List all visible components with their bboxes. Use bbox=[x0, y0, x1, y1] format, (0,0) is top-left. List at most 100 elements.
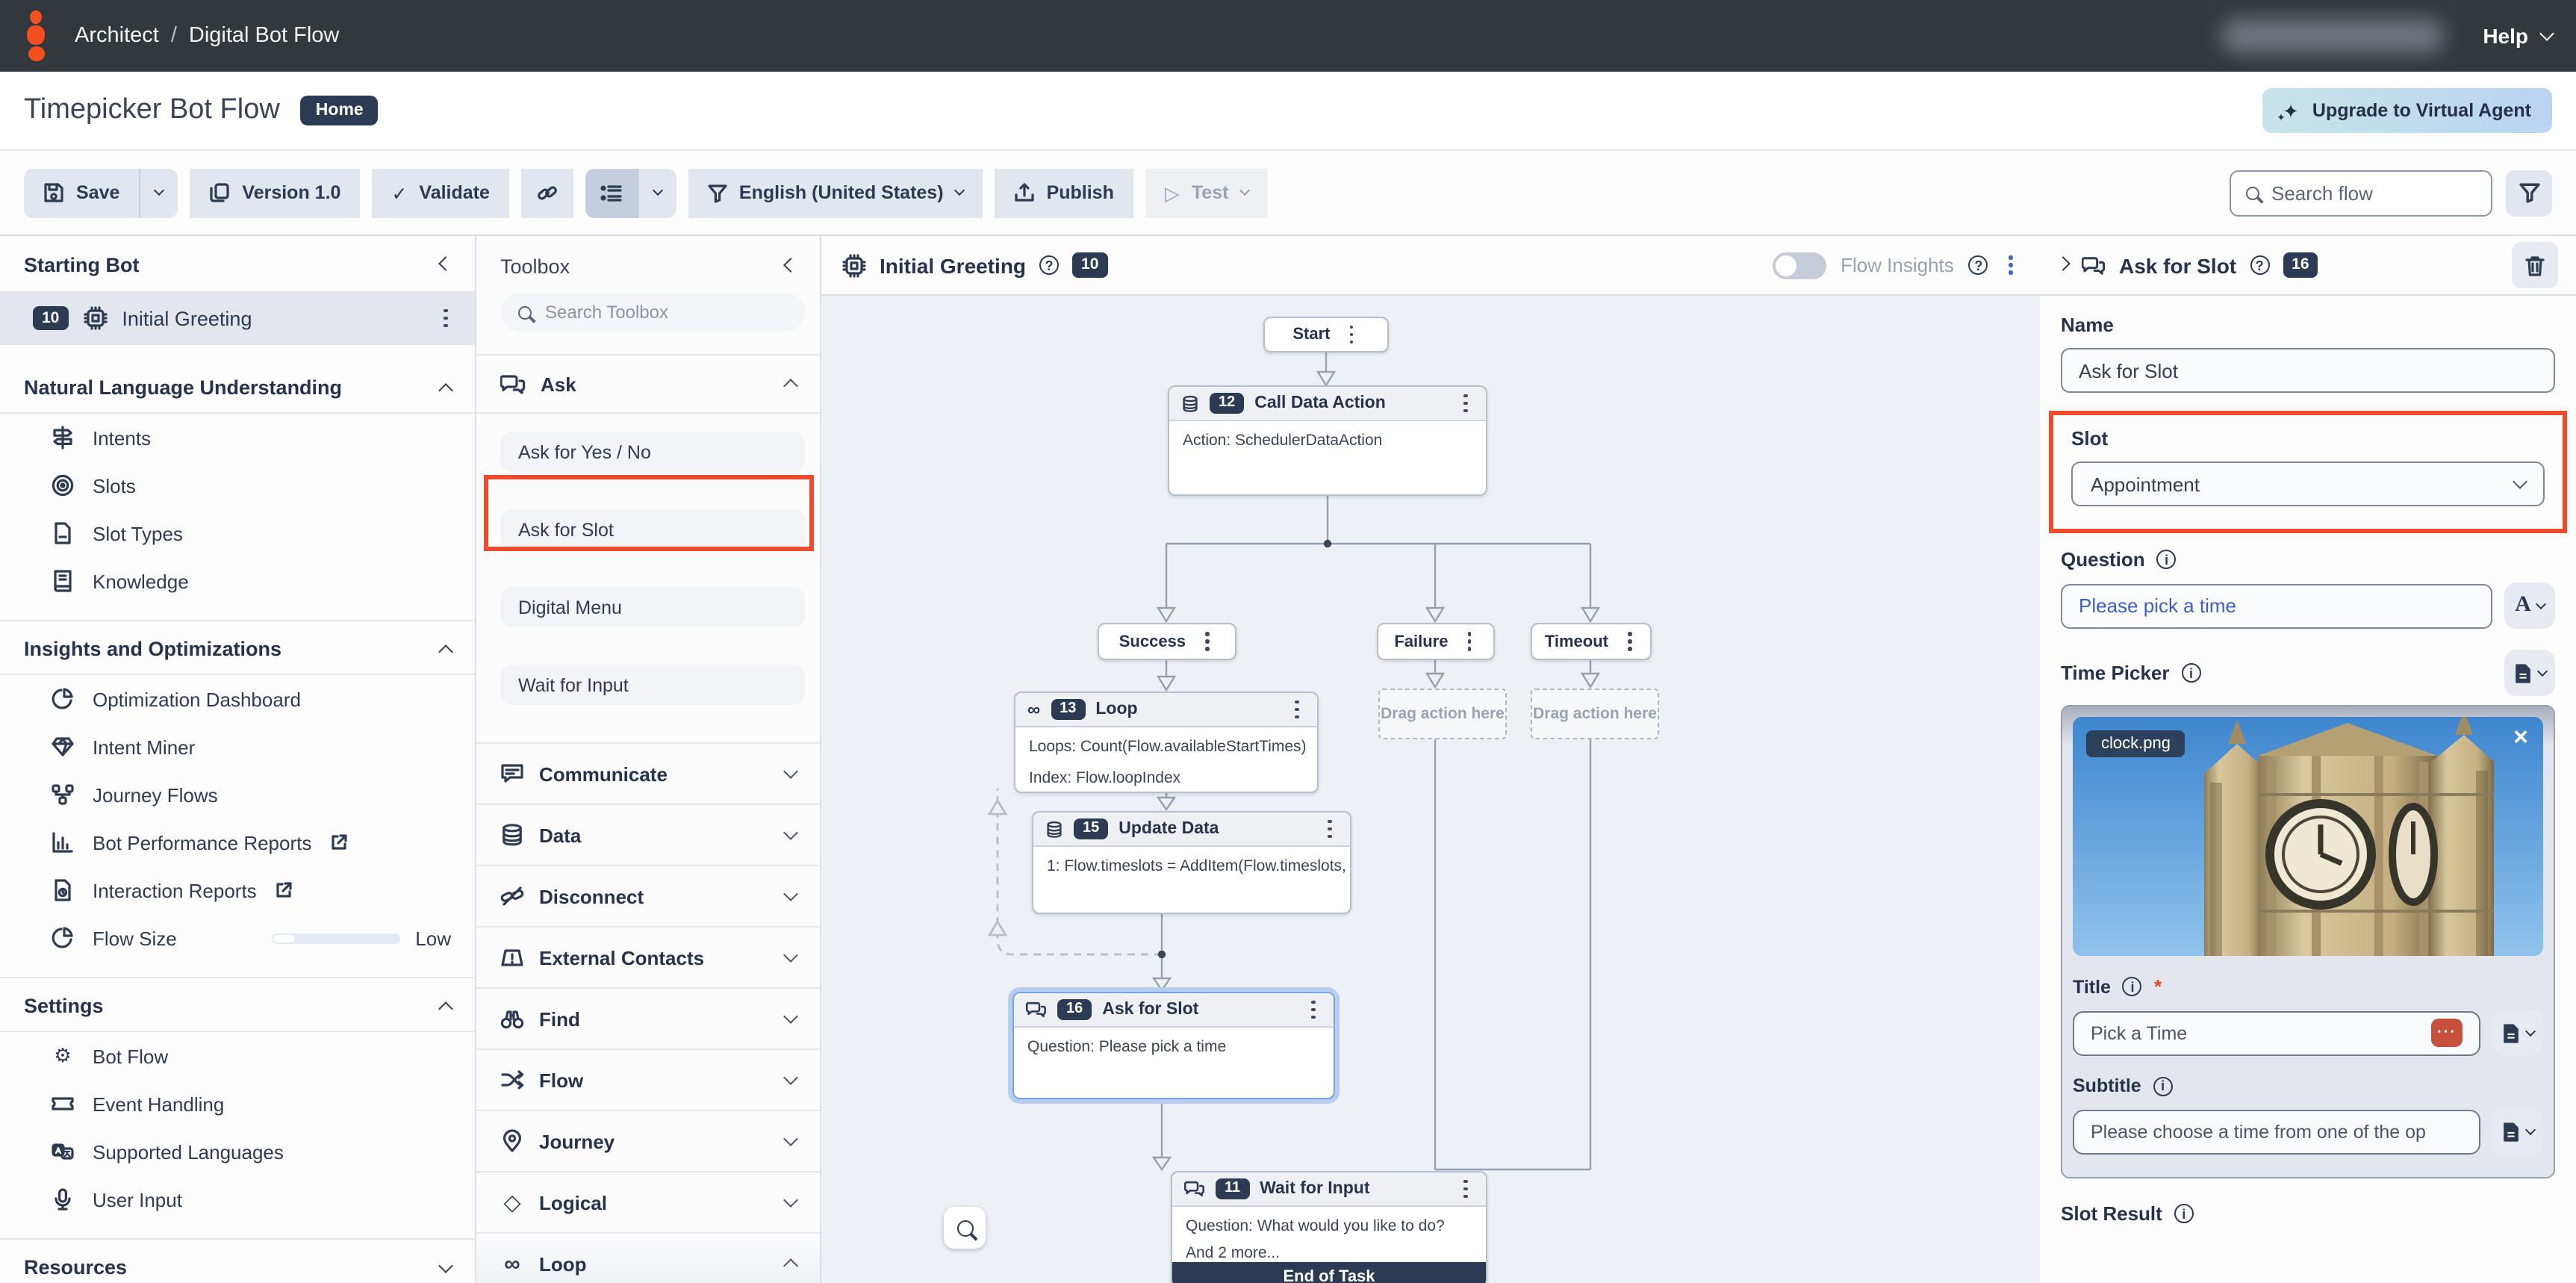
toolbox-category-loop[interactable]: ∞ Loop bbox=[476, 1232, 820, 1283]
list-options-dropdown-button[interactable] bbox=[638, 168, 676, 217]
expression-mode-button[interactable] bbox=[2492, 1108, 2543, 1155]
node-ask-for-slot[interactable]: 16 Ask for Slot Question: Please pick a … bbox=[1012, 992, 1335, 1099]
info-icon[interactable]: i bbox=[2157, 550, 2177, 569]
collapse-inspector-icon[interactable] bbox=[2056, 255, 2071, 270]
toolbox-category-journey[interactable]: Journey bbox=[476, 1110, 820, 1171]
toolbox-category-ask[interactable]: Ask bbox=[476, 354, 820, 414]
toolbox-category-logical[interactable]: ◇ Logical bbox=[476, 1171, 820, 1232]
sidebar-item-optimization-dashboard[interactable]: Optimization Dashboard bbox=[0, 675, 475, 723]
breadcrumb-page: Digital Bot Flow bbox=[189, 24, 339, 48]
node-menu-icon[interactable] bbox=[1458, 1176, 1474, 1202]
test-button[interactable]: ▷ Test bbox=[1145, 168, 1268, 217]
expression-mode-button[interactable] bbox=[2504, 650, 2555, 696]
subtitle-input[interactable]: Please choose a time from one of the opt… bbox=[2073, 1109, 2480, 1154]
question-icon[interactable]: ? bbox=[1039, 255, 1059, 275]
slot-select[interactable]: Appointment bbox=[2071, 462, 2545, 506]
canvas-zoom-button[interactable] bbox=[944, 1207, 986, 1249]
delete-action-button[interactable] bbox=[2512, 242, 2558, 288]
sidebar-item-slot-types[interactable]: Slot Types bbox=[0, 509, 475, 557]
node-menu-icon[interactable] bbox=[1622, 629, 1637, 654]
branch-success[interactable]: Success bbox=[1098, 623, 1236, 660]
publish-button[interactable]: Publish bbox=[995, 168, 1133, 217]
node-menu-icon[interactable] bbox=[1343, 322, 1359, 347]
help-menu[interactable]: Help bbox=[2483, 24, 2552, 48]
search-flow-input[interactable]: Search flow bbox=[2230, 170, 2492, 216]
sidebar-item-knowledge[interactable]: Knowledge bbox=[0, 557, 475, 605]
question-icon[interactable]: ? bbox=[1969, 255, 1988, 275]
sidebar-item-intents[interactable]: Intents bbox=[0, 414, 475, 462]
title-input[interactable]: Pick a Time ··· bbox=[2073, 1010, 2480, 1055]
sidebar-item-supported-languages[interactable]: Supported Languages bbox=[0, 1128, 475, 1175]
toolbox-action-digital-menu[interactable]: Digital Menu bbox=[500, 587, 805, 627]
search-filter-button[interactable] bbox=[2506, 170, 2552, 216]
info-icon[interactable]: i bbox=[2182, 663, 2201, 683]
info-icon[interactable]: i bbox=[2153, 1076, 2173, 1096]
info-icon[interactable]: i bbox=[2174, 1204, 2194, 1223]
start-node[interactable]: Start bbox=[1263, 317, 1389, 352]
toolbox-action-ask-for-slot[interactable]: Ask for Slot bbox=[500, 509, 805, 550]
sidebar-item-user-input[interactable]: User Input bbox=[0, 1175, 475, 1223]
save-dropdown-button[interactable] bbox=[139, 168, 178, 217]
node-menu-icon[interactable] bbox=[1306, 997, 1322, 1022]
expression-mode-button[interactable] bbox=[2492, 1010, 2543, 1056]
toolbox-category-external-contacts[interactable]: External Contacts bbox=[476, 926, 820, 987]
sidebar-item-intent-miner[interactable]: Intent Miner bbox=[0, 723, 475, 771]
section-settings[interactable]: Settings bbox=[0, 977, 475, 1032]
close-icon[interactable]: × bbox=[2513, 723, 2528, 753]
chat-bubbles-icon bbox=[1184, 1180, 1205, 1198]
node-menu-icon[interactable] bbox=[1322, 816, 1338, 842]
info-icon[interactable]: i bbox=[2123, 977, 2142, 996]
node-update-data[interactable]: 15 Update Data 1: Flow.timeslots = AddIt… bbox=[1032, 811, 1351, 914]
sidebar-item-slots[interactable]: Slots bbox=[0, 462, 475, 509]
sidebar-item-journey-flows[interactable]: Journey Flows bbox=[0, 771, 475, 818]
upgrade-to-virtual-agent-button[interactable]: ✦✦ Upgrade to Virtual Agent bbox=[2262, 88, 2552, 133]
flow-canvas[interactable]: Start 12 Call Data Action Action: Schedu… bbox=[821, 296, 2040, 1283]
node-menu-icon[interactable] bbox=[1461, 629, 1477, 654]
node-call-data-action[interactable]: 12 Call Data Action Action: SchedulerDat… bbox=[1168, 385, 1487, 496]
drop-target-failure[interactable]: Drag action here bbox=[1378, 689, 1507, 739]
flow-insights-toggle[interactable] bbox=[1772, 252, 1826, 279]
search-toolbox-input[interactable]: Search Toolbox bbox=[500, 293, 805, 332]
question-input[interactable]: Please pick a time bbox=[2061, 583, 2492, 628]
node-menu-icon[interactable] bbox=[1458, 391, 1474, 416]
toolbox-category-communicate[interactable]: Communicate bbox=[476, 742, 820, 804]
node-wait-for-input[interactable]: 11 Wait for Input Question: What would y… bbox=[1171, 1171, 1487, 1283]
section-insights[interactable]: Insights and Optimizations bbox=[0, 620, 475, 675]
sidebar-item-event-handling[interactable]: Event Handling bbox=[0, 1080, 475, 1128]
text-format-button[interactable]: A bbox=[2504, 583, 2555, 629]
toggle-action-numbers-button[interactable] bbox=[585, 168, 638, 217]
drop-target-timeout[interactable]: Drag action here bbox=[1531, 689, 1659, 739]
language-selector[interactable]: English (United States) bbox=[688, 168, 983, 217]
node-menu-icon[interactable] bbox=[1289, 697, 1305, 722]
toolbox-category-flow[interactable]: Flow bbox=[476, 1049, 820, 1110]
node-menu-icon[interactable] bbox=[1199, 629, 1215, 654]
branch-failure[interactable]: Failure bbox=[1377, 623, 1495, 660]
toolbox-category-disconnect[interactable]: Disconnect bbox=[476, 865, 820, 926]
save-button[interactable]: Save bbox=[24, 168, 139, 217]
rich-text-indicator-icon[interactable]: ··· bbox=[2431, 1019, 2463, 1047]
section-resources[interactable]: Resources bbox=[0, 1238, 475, 1283]
slots-icon bbox=[51, 473, 75, 497]
breadcrumb-app[interactable]: Architect bbox=[75, 24, 159, 48]
sidebar-item-bot-performance-reports[interactable]: Bot Performance Reports bbox=[0, 818, 475, 866]
toolbox-action-wait-for-input[interactable]: Wait for Input bbox=[500, 665, 805, 705]
sidebar-item-initial-greeting[interactable]: 10 Initial Greeting bbox=[0, 291, 475, 345]
toolbox-action-ask-for-yes-no[interactable]: Ask for Yes / No bbox=[500, 432, 805, 472]
validate-button[interactable]: ✓ Validate bbox=[372, 168, 508, 217]
sidebar-item-bot-flow[interactable]: ⚙ Bot Flow bbox=[0, 1032, 475, 1080]
collapse-sidebar-icon[interactable] bbox=[438, 255, 453, 270]
toolbox-category-data[interactable]: Data bbox=[476, 804, 820, 865]
toolbox-category-find[interactable]: Find bbox=[476, 987, 820, 1049]
sidebar-item-interaction-reports[interactable]: Interaction Reports bbox=[0, 866, 475, 914]
item-menu-icon[interactable] bbox=[438, 305, 454, 331]
question-icon[interactable]: ? bbox=[2250, 255, 2269, 275]
collapse-toolbox-icon[interactable] bbox=[783, 257, 798, 272]
version-button[interactable]: Version 1.0 bbox=[190, 168, 360, 217]
branch-timeout[interactable]: Timeout bbox=[1531, 623, 1652, 660]
canvas-menu-icon[interactable] bbox=[2003, 252, 2019, 278]
node-loop[interactable]: ∞ 13 Loop Loops: Count(Flow.availableSta… bbox=[1014, 692, 1319, 793]
name-input[interactable]: Ask for Slot bbox=[2061, 348, 2555, 393]
sidebar-item-flow-size[interactable]: Flow Size Low bbox=[0, 914, 475, 962]
section-nlu[interactable]: Natural Language Understanding bbox=[0, 360, 475, 414]
copy-link-button[interactable] bbox=[521, 168, 573, 217]
